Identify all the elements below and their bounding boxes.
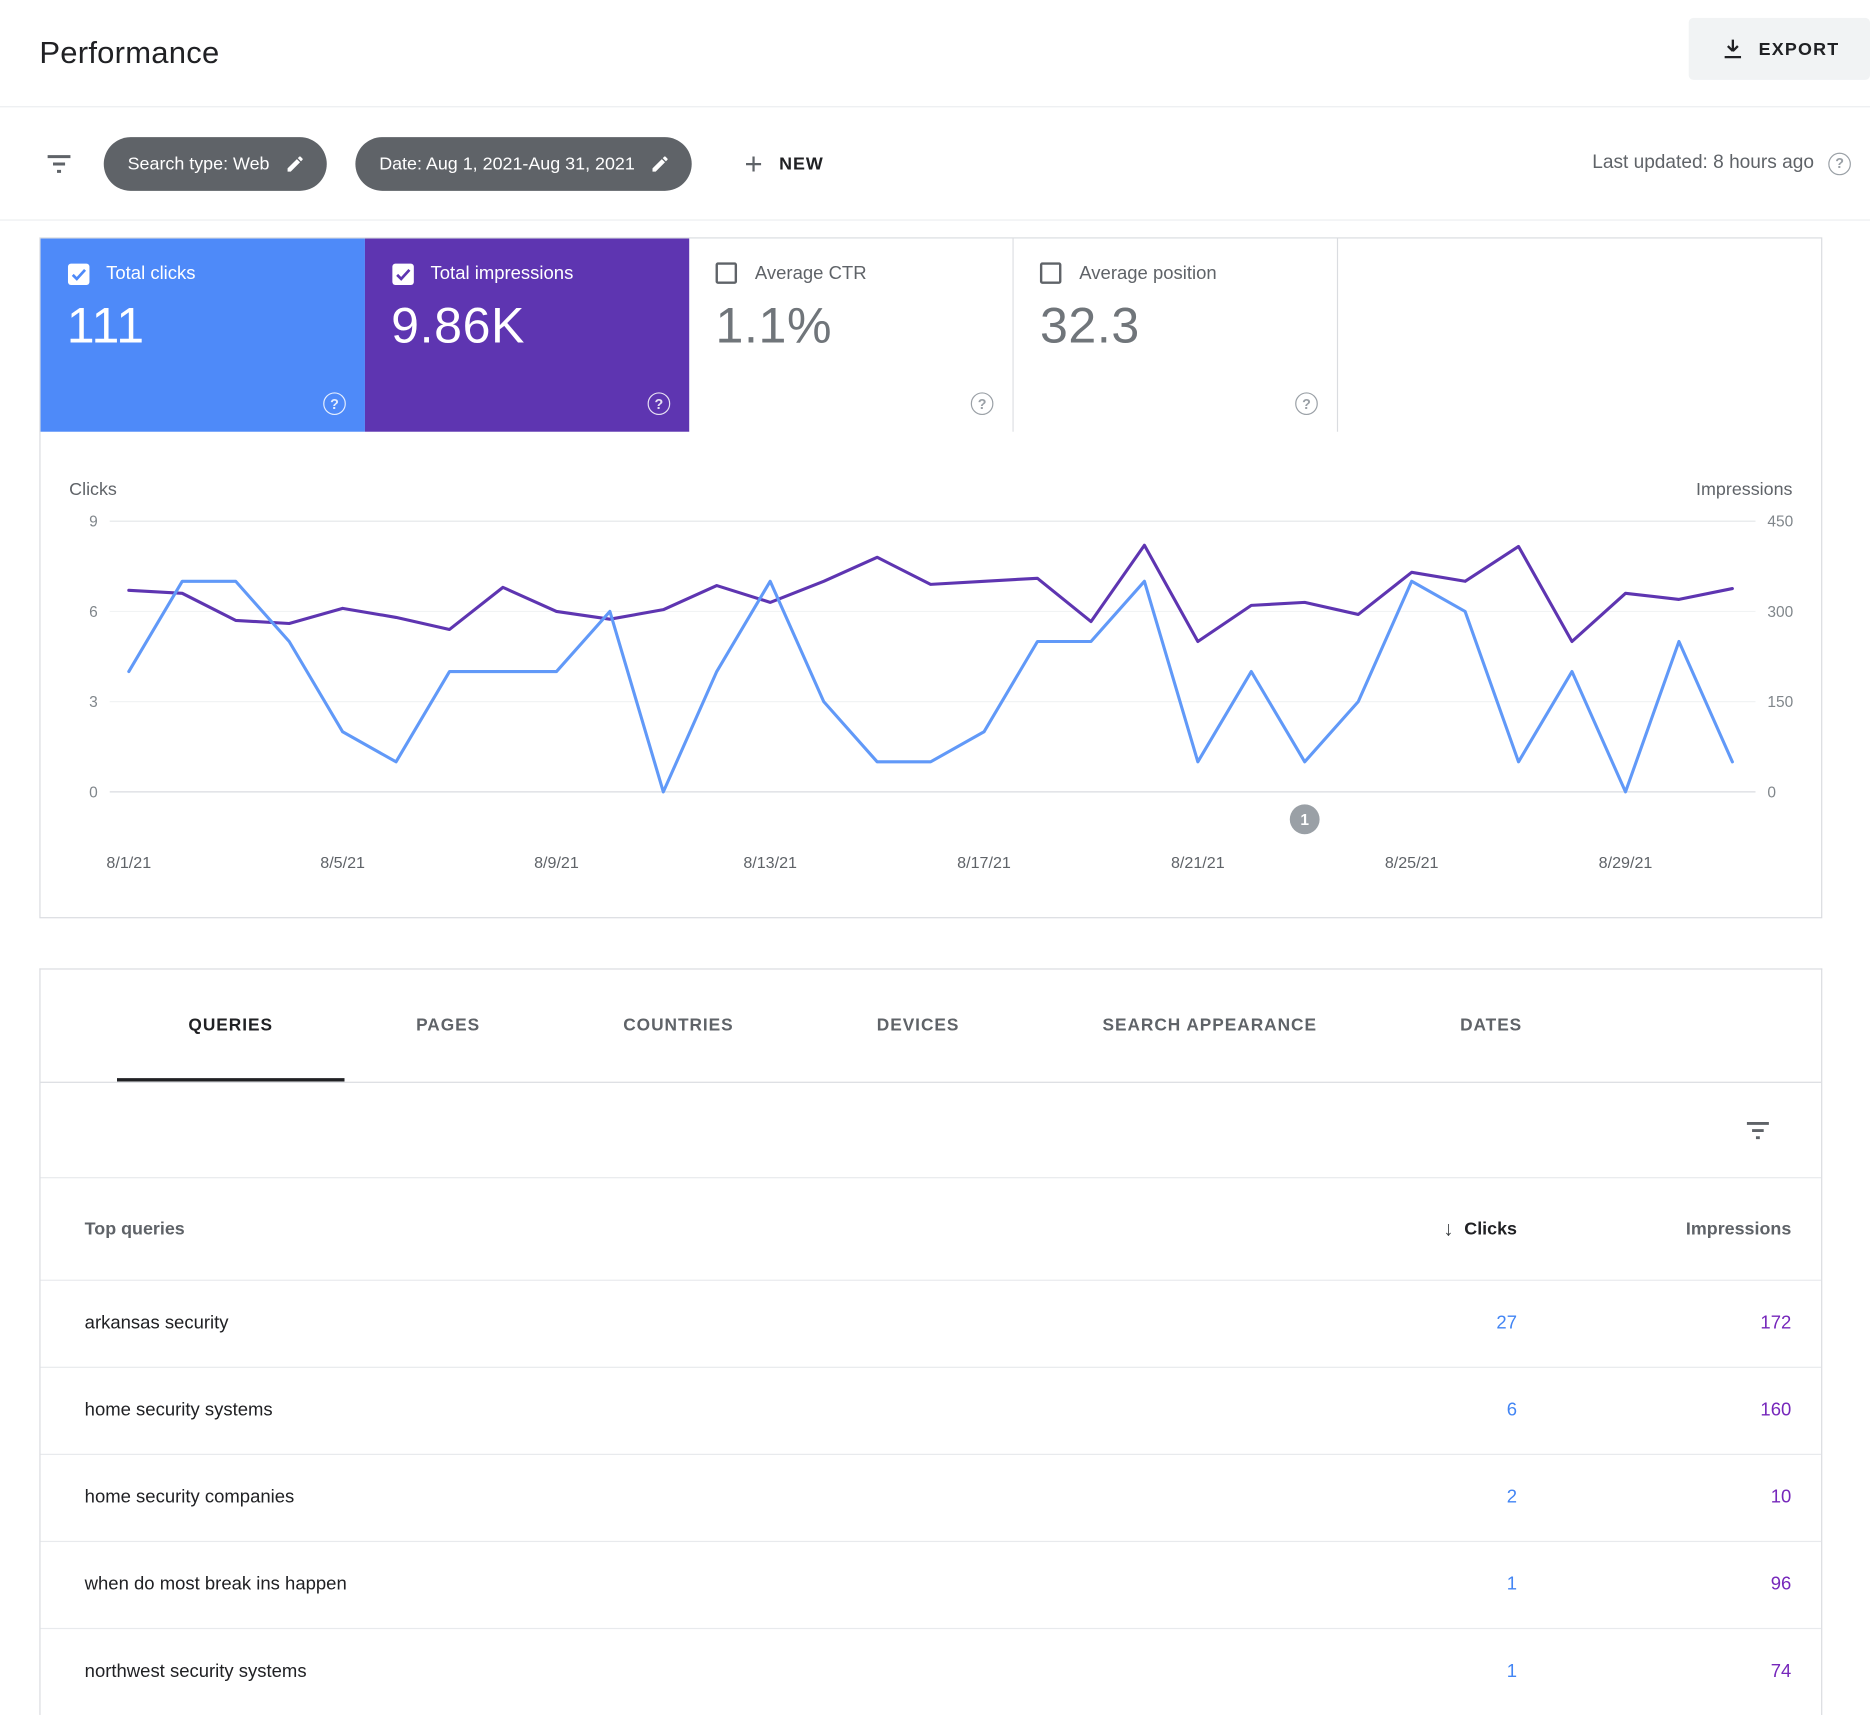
annotation-marker[interactable]: 1	[1289, 804, 1320, 835]
metric-value: 111	[66, 296, 145, 354]
metric-label: Total impressions	[430, 263, 574, 284]
table-header-row: Top queries ↓ Clicks Impressions	[41, 1178, 1822, 1279]
left-tick-label: 3	[89, 694, 98, 711]
x-tick-label: 8/17/21	[957, 854, 1011, 872]
query-column-header[interactable]: Top queries	[85, 1219, 1309, 1239]
metric-card-average-position[interactable]: Average position 32.3 ?	[1013, 238, 1339, 432]
time-series-chart[interactable]: Clicks Impressions 9 6 3 0 450 300 150 0	[41, 432, 1822, 917]
tab-search-appearance[interactable]: SEARCH APPEARANCE	[1031, 970, 1389, 1082]
x-tick-label: 8/29/21	[1599, 854, 1653, 872]
table-row[interactable]: home security companies 2 10	[40, 1453, 1822, 1541]
export-label: EXPORT	[1758, 38, 1840, 60]
metric-card-total-impressions[interactable]: Total impressions 9.86K ?	[364, 238, 690, 432]
tab-countries[interactable]: COUNTRIES	[552, 970, 806, 1082]
tab-dates[interactable]: DATES	[1389, 970, 1594, 1082]
impressions-cell: 74	[1770, 1661, 1792, 1682]
performance-chart-svg[interactable]: 9 6 3 0 450 300 150 0 8/1/21 8/5/21 8/9/…	[41, 432, 1824, 917]
last-updated-text: Last updated: 8 hours ago	[1592, 152, 1814, 173]
dimension-tabs: QUERIES PAGES COUNTRIES DEVICES SEARCH A…	[40, 970, 1822, 1083]
impressions-cell: 172	[1760, 1313, 1792, 1334]
page-title: Performance	[39, 34, 220, 71]
query-cell: arkansas security	[84, 1313, 229, 1334]
metric-label: Total clicks	[106, 263, 196, 284]
table-filter-icon[interactable]	[1742, 1114, 1773, 1145]
help-icon[interactable]: ?	[970, 392, 994, 416]
table-row[interactable]: home security systems 6 160	[40, 1366, 1822, 1454]
download-icon	[1719, 36, 1745, 62]
x-tick-label: 8/21/21	[1171, 854, 1225, 872]
search-console-performance-page: Performance EXPORT Search type: Web Date…	[0, 0, 1870, 1715]
clicks-cell: 6	[1506, 1400, 1517, 1421]
date-range-chip[interactable]: Date: Aug 1, 2021-Aug 31, 2021	[355, 136, 693, 191]
clicks-column-header[interactable]: ↓ Clicks	[1308, 1217, 1517, 1241]
table-row[interactable]: when do most break ins happen 1 96	[40, 1540, 1822, 1628]
clicks-cell: 1	[1506, 1574, 1517, 1595]
impressions-cell: 10	[1770, 1487, 1792, 1508]
checkbox-checked-icon[interactable]	[391, 262, 415, 286]
impressions-cell: 96	[1770, 1574, 1792, 1595]
edit-pencil-icon	[650, 153, 670, 173]
query-cell: northwest security systems	[84, 1661, 307, 1682]
new-filter-label: NEW	[779, 153, 824, 174]
checkbox-unchecked-icon[interactable]	[1039, 262, 1064, 286]
date-range-chip-label: Date: Aug 1, 2021-Aug 31, 2021	[379, 153, 635, 174]
tab-queries[interactable]: QUERIES	[117, 970, 345, 1082]
x-tick-label: 8/13/21	[743, 854, 797, 872]
impressions-line	[127, 543, 1734, 644]
metric-card-average-ctr[interactable]: Average CTR 1.1% ?	[689, 238, 1014, 432]
filter-bar: Search type: Web Date: Aug 1, 2021-Aug 3…	[0, 107, 1870, 221]
clicks-cell: 1	[1506, 1661, 1517, 1682]
clicks-cell: 27	[1496, 1313, 1517, 1334]
left-tick-label: 6	[89, 604, 98, 621]
metric-value: 1.1%	[715, 296, 833, 354]
clicks-cell: 2	[1506, 1487, 1517, 1508]
table-row[interactable]: arkansas security 27 172	[40, 1279, 1822, 1367]
table-row[interactable]: northwest security systems 1 74	[40, 1627, 1822, 1715]
metric-card-total-clicks[interactable]: Total clicks 111 ?	[40, 238, 365, 432]
query-cell: home security systems	[84, 1400, 273, 1421]
plus-icon: +	[744, 145, 764, 182]
tab-pages[interactable]: PAGES	[345, 970, 552, 1082]
help-icon[interactable]: ?	[323, 392, 346, 416]
annotation-marker-label: 1	[1300, 812, 1309, 829]
clicks-column-label: Clicks	[1464, 1218, 1517, 1240]
help-icon[interactable]: ?	[1828, 152, 1851, 175]
top-bar: Performance EXPORT	[0, 0, 1870, 108]
checkbox-checked-icon[interactable]	[67, 262, 91, 286]
export-button[interactable]: EXPORT	[1688, 17, 1870, 80]
metric-label: Average position	[1079, 263, 1217, 284]
right-tick-label: 450	[1767, 514, 1793, 531]
x-tick-label: 8/1/21	[106, 854, 151, 872]
left-tick-label: 9	[89, 514, 98, 531]
checkbox-unchecked-icon[interactable]	[715, 262, 740, 286]
query-cell: when do most break ins happen	[84, 1574, 347, 1595]
right-tick-label: 0	[1767, 784, 1776, 801]
help-icon[interactable]: ?	[647, 392, 671, 416]
help-icon[interactable]: ?	[1295, 392, 1318, 416]
new-filter-button[interactable]: + NEW	[737, 147, 830, 180]
left-tick-label: 0	[89, 784, 98, 801]
metric-label: Average CTR	[754, 263, 867, 284]
edit-pencil-icon	[285, 153, 305, 173]
impressions-column-header[interactable]: Impressions	[1517, 1219, 1791, 1239]
metric-value: 9.86K	[391, 296, 526, 354]
x-tick-label: 8/5/21	[320, 854, 365, 872]
metric-value: 32.3	[1039, 296, 1140, 354]
query-cell: home security companies	[84, 1487, 295, 1508]
sort-descending-icon: ↓	[1443, 1217, 1454, 1240]
performance-summary-card: Total clicks 111 ? Total impressions 9.8…	[39, 237, 1823, 919]
search-type-chip-label: Search type: Web	[127, 153, 270, 174]
metric-cards-row: Total clicks 111 ? Total impressions 9.8…	[40, 238, 1822, 432]
right-tick-label: 150	[1767, 694, 1793, 711]
x-tick-label: 8/25/21	[1385, 854, 1439, 872]
table-toolbar	[40, 1083, 1822, 1179]
filter-icon[interactable]	[43, 147, 75, 179]
right-tick-label: 300	[1767, 604, 1793, 621]
dimensions-table-card: QUERIES PAGES COUNTRIES DEVICES SEARCH A…	[39, 968, 1823, 1715]
x-tick-label: 8/9/21	[534, 854, 579, 872]
tab-devices[interactable]: DEVICES	[805, 970, 1031, 1082]
search-type-chip[interactable]: Search type: Web	[103, 136, 327, 191]
impressions-cell: 160	[1760, 1400, 1792, 1421]
